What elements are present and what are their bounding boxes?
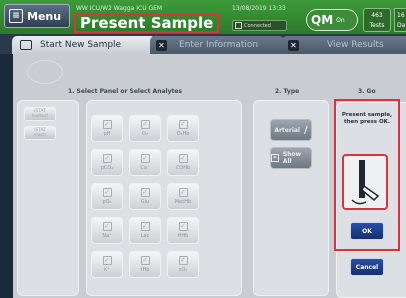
days-count: 16 [397, 12, 405, 19]
cancel-button[interactable]: Cancel [350, 258, 384, 276]
checkbox-icon: ✓ [102, 222, 112, 231]
analyte-button[interactable]: ✓ sO₂ [167, 251, 199, 278]
analyte-label: O₂Hb [176, 131, 190, 137]
menu-button[interactable]: ≡ Menu [4, 4, 70, 28]
tab-start-label: Start New Sample [40, 40, 122, 50]
analyte-button[interactable]: ✓ pO₂ [91, 183, 123, 210]
analyte-label: Lac [140, 233, 150, 239]
page-title: Present Sample [74, 14, 220, 33]
menu-label: Menu [27, 9, 62, 23]
checkbox-icon: ✓ [178, 154, 188, 163]
analyte-label: Glu [140, 199, 150, 205]
syringe-icon: / [304, 124, 308, 136]
panel-sublabel: lowtest [31, 114, 49, 119]
analyte-label: sO₂ [178, 267, 188, 273]
tab-enter-information[interactable]: ✕ Enter Information [150, 36, 284, 54]
checkbox-icon: ✓ [102, 188, 112, 197]
checkbox-icon: ✓ [178, 256, 188, 265]
section-go-label: 3. Go [358, 88, 376, 95]
analyte-button[interactable]: ✓ MetHb [167, 183, 199, 210]
connection-label: Connected [244, 22, 271, 29]
analyte-label: tHb [140, 267, 150, 273]
checkbox-icon: ✓ [140, 188, 150, 197]
tab-results-label: View Results [327, 40, 384, 50]
section-type-label: 2. Type [275, 88, 300, 95]
analyte-button[interactable]: ✓ Ca⁺ [129, 149, 161, 176]
analyte-label: K⁺ [104, 267, 110, 273]
close-icon: ✕ [156, 39, 167, 51]
analyte-button[interactable]: ✓ tHb [129, 251, 161, 278]
analyte-label: Ca⁺ [140, 165, 150, 171]
checkbox-icon: ✓ [178, 120, 188, 129]
sample-icon [20, 40, 32, 50]
sample-type-card: Arterial / » Show All [253, 100, 329, 296]
checkbox-icon: ✓ [140, 222, 150, 231]
checkbox-icon: ✓ [102, 154, 112, 163]
analyte-label: HHb [177, 233, 189, 239]
datetime-text: 13/08/2019 13:33 [232, 5, 286, 12]
tab-info-label: Enter Information [179, 40, 259, 50]
analyte-button[interactable]: ✓ Lac [129, 217, 161, 244]
analyte-label: O₂ [142, 131, 148, 137]
arterial-label: Arterial [274, 126, 300, 134]
tests-count: 463 [371, 12, 383, 19]
analyte-button[interactable]: ✓ K⁺ [91, 251, 123, 278]
double-chevron-down-icon: » [271, 154, 279, 162]
checkbox-icon: ✓ [140, 120, 150, 129]
show-all-button[interactable]: » Show All [270, 147, 312, 169]
connection-icon [235, 22, 242, 29]
header-bar: ≡ Menu WW ICU/W2 Wagga ICU GEM 13/08/201… [0, 0, 406, 34]
days-remaining-button[interactable]: 16 Da [394, 8, 406, 32]
analyte-button[interactable]: ✓ Glu [129, 183, 161, 210]
ok-button[interactable]: OK [350, 222, 384, 240]
analyte-label: pH [103, 131, 111, 137]
analyte-grid: ✓ pH ✓ O₂ ✓ O₂Hb ✓ pCO₂ ✓ Ca⁺ ✓ COHb ✓ pO₂ ✓ Glu… [86, 100, 242, 296]
tab-bar: Start New Sample ✕ Enter Information ✕ V… [0, 34, 406, 54]
checkbox-icon: ✓ [178, 188, 188, 197]
tests-remaining-button[interactable]: 463 Tests [363, 8, 391, 32]
analyte-button[interactable]: ✓ pH [91, 115, 123, 142]
iqm-logo-icon: QM [311, 13, 334, 27]
arterial-button[interactable]: Arterial / [270, 119, 312, 141]
tab-view-results[interactable]: ✕ View Results [282, 36, 406, 54]
analyte-button[interactable]: ✓ HHb [167, 217, 199, 244]
analyte-label: pCO₂ [100, 165, 114, 171]
panel-button[interactable]: iSTAT lowtest [24, 107, 56, 121]
checkbox-icon: ✓ [140, 154, 150, 163]
checkbox-icon: ✓ [140, 256, 150, 265]
panel-list: iSTAT lowtest iSTAT electr [17, 100, 79, 296]
tab-start-new-sample[interactable]: Start New Sample [12, 36, 156, 54]
checkbox-icon: ✓ [178, 222, 188, 231]
section-select-label: 1. Select Panel or Select Analytes [68, 88, 182, 95]
close-icon: ✕ [288, 39, 299, 51]
qm-status-label: On [336, 16, 345, 24]
analyte-button[interactable]: ✓ COHb [167, 149, 199, 176]
watermark-logo-icon [27, 60, 63, 84]
show-all-label: Show All [282, 151, 302, 165]
analyte-label: pO₂ [102, 199, 112, 205]
menu-icon: ≡ [9, 9, 23, 23]
checkbox-icon: ✓ [102, 120, 112, 129]
analyte-label: MetHb [174, 199, 192, 205]
panel-sublabel: electr [33, 133, 47, 138]
analyte-button[interactable]: ✓ O₂Hb [167, 115, 199, 142]
qm-status-button[interactable]: QM On [306, 9, 358, 31]
checkbox-icon: ✓ [102, 256, 112, 265]
connection-status: Connected [232, 20, 287, 31]
analyte-button[interactable]: ✓ O₂ [129, 115, 161, 142]
days-label: Da [397, 22, 406, 29]
cartridge-insert-icon [342, 154, 388, 210]
present-instruction: Present sample, then press OK. [341, 112, 393, 125]
location-text: WW ICU/W2 Wagga ICU GEM [76, 5, 163, 12]
tests-label: Tests [369, 22, 385, 29]
analyte-button[interactable]: ✓ pCO₂ [91, 149, 123, 176]
panel-button[interactable]: iSTAT electr [24, 126, 56, 140]
analyte-label: COHb [175, 165, 191, 171]
analyte-button[interactable]: ✓ Na⁺ [91, 217, 123, 244]
analyte-label: Na⁺ [102, 233, 112, 239]
